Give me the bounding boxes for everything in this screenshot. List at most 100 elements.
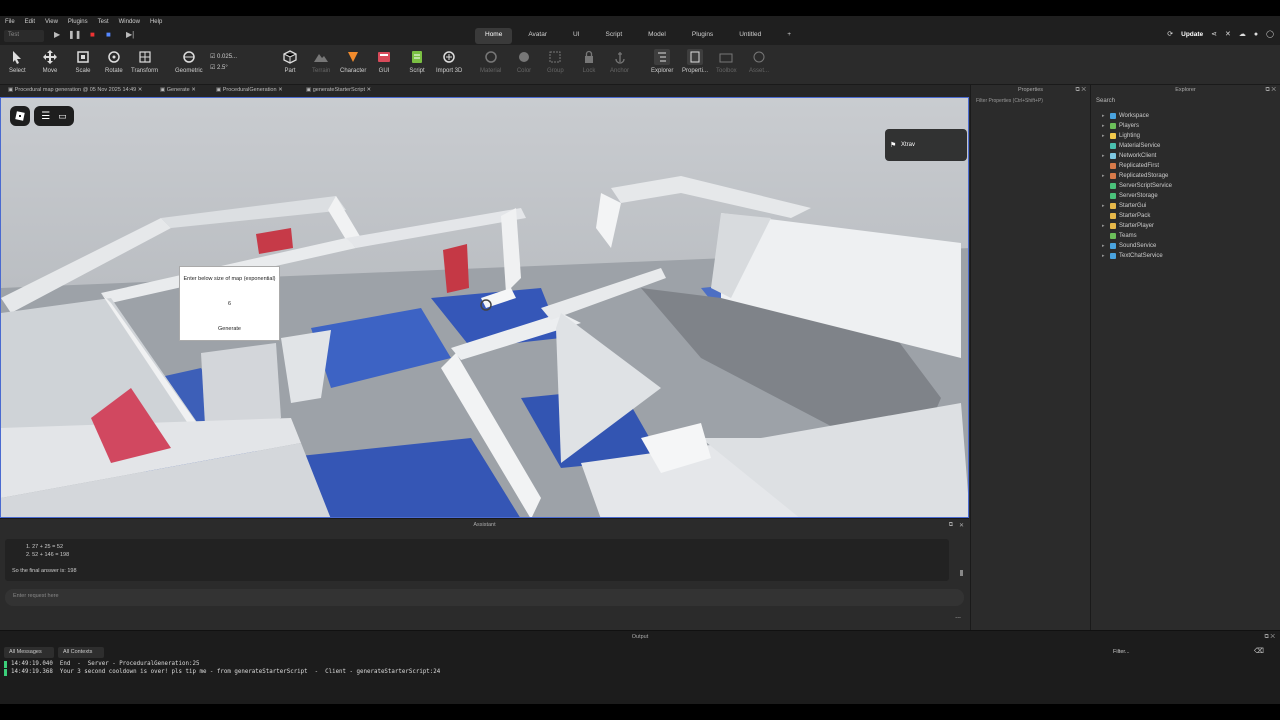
menu-file[interactable]: File — [0, 19, 20, 25]
doc-tab-procedural[interactable]: ▣ ProceduralGeneration ✕ — [216, 87, 283, 93]
properties-tool[interactable]: Properti... — [682, 49, 708, 74]
menu-view[interactable]: View — [40, 19, 63, 25]
hamburger-icon[interactable]: ☰ — [41, 111, 50, 122]
tree-item-starter-gui[interactable]: ▸ StarterGui — [1102, 201, 1146, 210]
chat-icon[interactable]: ▭ — [58, 111, 67, 122]
group-tool[interactable]: Group — [547, 49, 564, 74]
messages-filter-dropdown[interactable]: All Messages — [4, 647, 54, 658]
tree-item-teams[interactable]: Teams — [1102, 231, 1137, 240]
tree-item-text-chat-service[interactable]: ▸ TextChatService — [1102, 251, 1163, 260]
contexts-filter-dropdown[interactable]: All Contexts — [58, 647, 104, 658]
tree-item-replicated-first[interactable]: ReplicatedFirst — [1102, 161, 1159, 170]
gui-tool[interactable]: GUI — [376, 49, 392, 74]
expand-icon[interactable]: ▸ — [1102, 253, 1107, 259]
menu-plugins[interactable]: Plugins — [63, 19, 93, 25]
tree-item-sound-service[interactable]: ▸ SoundService — [1102, 241, 1156, 250]
game-viewport[interactable]: ☰ ▭ Xtrav ⚑ Enter below size of map (exp… — [0, 97, 969, 518]
doc-tab-starter-script[interactable]: ▣ generateStarterScript ✕ — [306, 87, 371, 93]
dock-icon[interactable]: ⧉ — [949, 522, 953, 529]
tab-plugins[interactable]: Plugins — [682, 28, 723, 44]
transform-tool[interactable]: Transform — [131, 49, 158, 74]
import3d-tool[interactable]: Import 3D — [436, 49, 462, 74]
roblox-logo-button[interactable] — [10, 106, 30, 126]
generate-button[interactable]: Generate — [180, 326, 279, 332]
terrain-tool[interactable]: Terrain — [312, 49, 330, 74]
expand-icon[interactable]: ▸ — [1102, 243, 1107, 249]
tree-item-server-script-service[interactable]: ServerScriptService — [1102, 181, 1172, 190]
tree-item-replicated-storage[interactable]: ▸ ReplicatedStorage — [1102, 171, 1168, 180]
profile-icon[interactable]: ◯ — [1266, 30, 1274, 38]
expand-icon[interactable]: ▸ — [1102, 153, 1107, 159]
tree-item-starter-pack[interactable]: StarterPack — [1102, 211, 1150, 220]
assistant-scrollbar[interactable] — [960, 570, 963, 576]
doc-tab-place[interactable]: ▣ Procedural map generation @ 05 Nov 202… — [8, 87, 142, 93]
scale-tool[interactable]: Scale — [75, 49, 91, 74]
tab-untitled[interactable]: Untitled — [729, 28, 771, 44]
pause-icon[interactable]: ❚❚ — [68, 30, 81, 39]
tab-model[interactable]: Model — [638, 28, 676, 44]
close-icon[interactable]: ⧉ ✕ — [1075, 87, 1086, 94]
tree-item-starter-player[interactable]: ▸ StarterPlayer — [1102, 221, 1154, 230]
test-mode-select[interactable]: Test — [4, 30, 44, 42]
tree-item-server-storage[interactable]: ServerStorage — [1102, 191, 1158, 200]
asset-tool[interactable]: Asset... — [749, 49, 769, 74]
close-icon[interactable]: ✕ — [959, 522, 964, 529]
menu-help[interactable]: Help — [145, 19, 167, 25]
expand-icon[interactable]: ▸ — [1102, 203, 1107, 209]
material-tool[interactable]: Material — [480, 49, 501, 74]
player-list[interactable]: Xtrav ⚑ — [885, 129, 967, 161]
move-snap-field[interactable]: ☑ 0.025... — [210, 53, 237, 60]
menu-test[interactable]: Test — [93, 19, 114, 25]
lock-tool[interactable]: Lock — [581, 49, 597, 74]
tree-item-players[interactable]: ▸ Players — [1102, 121, 1139, 130]
expand-icon[interactable]: ▸ — [1102, 113, 1107, 119]
rotate-snap-field[interactable]: ☑ 2.5° — [210, 64, 237, 71]
menu-edit[interactable]: Edit — [20, 19, 40, 25]
menu-window[interactable]: Window — [114, 19, 145, 25]
anchor-tool[interactable]: Anchor — [610, 49, 629, 74]
script-tool[interactable]: Script — [409, 49, 425, 74]
select-tool[interactable]: Select — [9, 49, 26, 74]
output-filter-input[interactable]: Filter... — [1108, 647, 1248, 658]
step-icon[interactable]: ▶| — [126, 30, 134, 39]
expand-icon[interactable]: ▸ — [1102, 133, 1107, 139]
tree-item-network-client[interactable]: ▸ NetworkClient — [1102, 151, 1156, 160]
assistant-request-input[interactable]: Enter request here — [5, 589, 964, 606]
map-size-input[interactable]: 6 — [180, 301, 279, 307]
properties-filter-input[interactable]: Filter Properties (Ctrl+Shift+P) — [976, 98, 1043, 104]
share-icon[interactable]: ⋖ — [1211, 30, 1217, 38]
tree-item-material-service[interactable]: MaterialService — [1102, 141, 1160, 150]
expand-icon[interactable]: ▸ — [1102, 173, 1107, 179]
add-tab-icon[interactable]: + — [777, 28, 801, 44]
more-options-button[interactable]: ... — [955, 613, 961, 620]
cloud-icon[interactable]: ☁ — [1239, 30, 1246, 38]
close-icon[interactable]: ⧉ ✕ — [1265, 87, 1276, 94]
clear-output-icon[interactable]: ⌫ — [1254, 647, 1264, 655]
expand-icon[interactable]: ▸ — [1102, 123, 1107, 129]
tab-avatar[interactable]: Avatar — [518, 28, 557, 44]
expand-icon[interactable]: ▸ — [1102, 223, 1107, 229]
geometric-tool[interactable]: Geometric — [175, 49, 203, 74]
tree-item-lighting[interactable]: ▸ Lighting — [1102, 131, 1140, 140]
rotate-tool[interactable]: Rotate — [105, 49, 123, 74]
explorer-tool[interactable]: Explorer — [651, 49, 673, 74]
tab-ui[interactable]: UI — [563, 28, 590, 44]
tab-home[interactable]: Home — [475, 28, 513, 44]
character-tool[interactable]: Character — [340, 49, 366, 74]
tab-script[interactable]: Script — [596, 28, 633, 44]
move-tool[interactable]: Move — [42, 49, 58, 74]
notifications-icon[interactable]: ● — [1254, 31, 1258, 38]
color-tool[interactable]: Color — [516, 49, 532, 74]
client-server-icon[interactable]: ■ — [106, 30, 111, 39]
explorer-search-input[interactable]: Search — [1096, 98, 1276, 108]
part-label: Part — [284, 68, 296, 74]
toolbox-tool[interactable]: Toolbox — [716, 49, 737, 74]
play-icon[interactable]: ▶ — [54, 30, 60, 39]
collab-icon[interactable]: ✕ — [1225, 30, 1231, 38]
stop-icon[interactable]: ■ — [90, 30, 95, 39]
update-button[interactable]: Update — [1181, 31, 1203, 38]
part-tool[interactable]: Part — [282, 49, 298, 74]
doc-tab-generate[interactable]: ▣ Generate ✕ — [160, 87, 196, 93]
tree-item-workspace[interactable]: ▸ Workspace — [1102, 111, 1149, 120]
close-icon[interactable]: ⧉ ✕ — [1264, 634, 1275, 641]
